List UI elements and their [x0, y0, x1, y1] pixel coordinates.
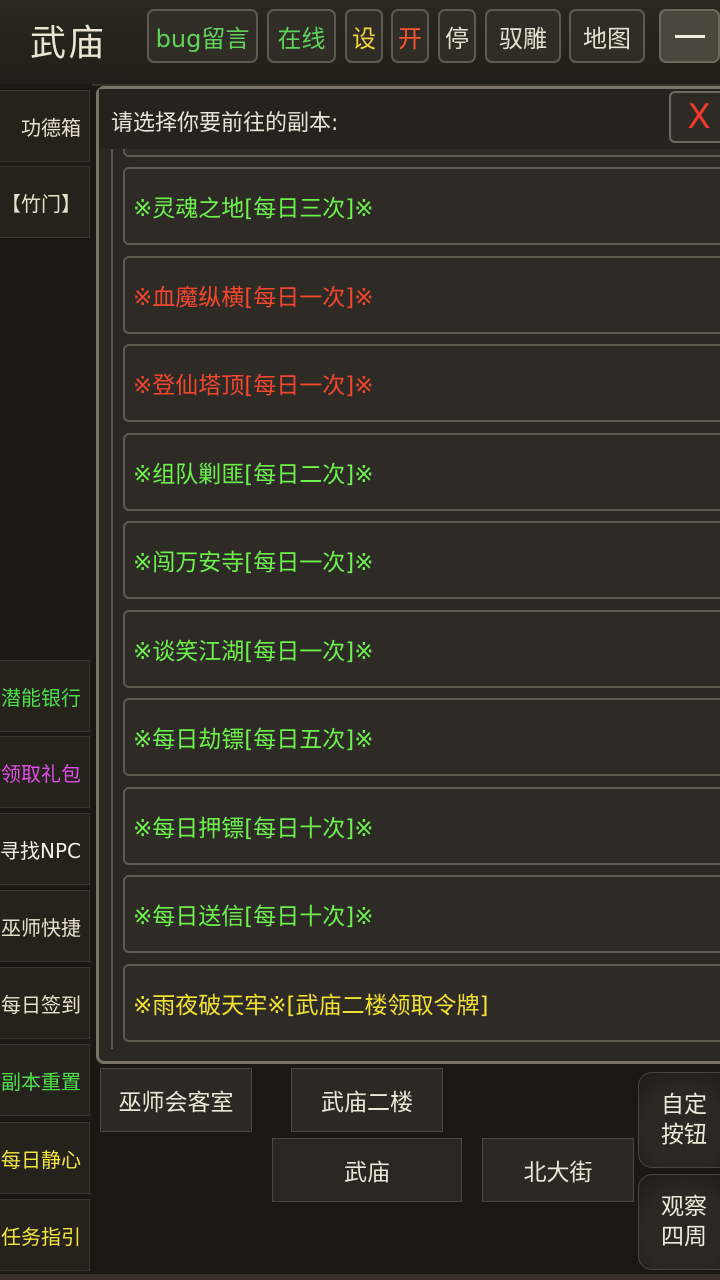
- custom-button-line-2: 按钮: [661, 1122, 707, 1148]
- custom-button[interactable]: 自定 按钮: [638, 1072, 720, 1168]
- dialog-header: 请选择你要前往的副本: X: [99, 89, 720, 149]
- location-title: 武庙: [30, 23, 107, 64]
- exit-temple-second-floor[interactable]: 武庙二楼: [291, 1068, 443, 1132]
- sidebar-item-quest-guide[interactable]: 任务指引: [0, 1199, 90, 1271]
- online-button[interactable]: 在线: [267, 9, 336, 63]
- dungeon-item-laughing-jianghu[interactable]: ※谈笑江湖[每日一次]※: [123, 610, 720, 688]
- look-around-button-line-2: 四周: [661, 1224, 707, 1250]
- custom-button-label: 自定 按钮: [661, 1090, 707, 1150]
- close-button[interactable]: X: [669, 91, 720, 143]
- dialog-prompt: 请选择你要前往的副本:: [111, 111, 339, 136]
- dungeon-item-team-bandits[interactable]: ※组队剿匪[每日二次]※: [123, 433, 720, 511]
- settings-button[interactable]: 设: [345, 9, 383, 63]
- current-room-martial-temple[interactable]: 武庙: [272, 1138, 462, 1202]
- bug-report-button[interactable]: bug留言: [147, 9, 258, 63]
- dungeon-item-daily-escort[interactable]: ※每日押镖[每日十次]※: [123, 787, 720, 865]
- sidebar-item-dungeon-reset[interactable]: 副本重置: [0, 1044, 90, 1116]
- dungeon-item-soul-land[interactable]: ※灵魂之地[每日三次]※: [123, 167, 720, 245]
- sidebar-item-potential-bank[interactable]: 潜能银行: [0, 660, 90, 732]
- start-button[interactable]: 开: [391, 9, 429, 63]
- look-around-button[interactable]: 观察 四周: [638, 1174, 720, 1270]
- close-icon: X: [687, 97, 711, 137]
- dungeon-item-daily-letter[interactable]: ※每日送信[每日十次]※: [123, 875, 720, 953]
- look-around-button-label: 观察 四周: [661, 1192, 707, 1252]
- custom-button-line-1: 自定: [661, 1092, 707, 1118]
- exit-wizard-reception[interactable]: 巫师会客室: [100, 1068, 252, 1132]
- sidebar-item-merit-box[interactable]: 功德箱: [0, 90, 90, 162]
- vulture-ride-button[interactable]: 驭雕: [485, 9, 561, 63]
- dungeon-list[interactable]: ※灵魂之地[每日三次]※ ※血魔纵横[每日一次]※ ※登仙塔顶[每日一次]※ ※…: [111, 149, 720, 1049]
- top-bar: 武庙 bug留言 在线 设 开 停 驭雕 地图: [0, 0, 720, 86]
- sidebar-item-daily-signin[interactable]: 每日签到: [0, 967, 90, 1039]
- map-button[interactable]: 地图: [569, 9, 645, 63]
- sidebar-item-daily-meditation[interactable]: 每日静心: [0, 1122, 90, 1194]
- stop-button[interactable]: 停: [438, 9, 476, 63]
- dungeon-item-wanan-temple[interactable]: ※闯万安寺[每日一次]※: [123, 521, 720, 599]
- dungeon-item-blood-demon[interactable]: ※血魔纵横[每日一次]※: [123, 256, 720, 334]
- bottom-strip: [0, 1274, 720, 1280]
- dungeon-item-hidden-top: [123, 149, 720, 157]
- exit-north-street[interactable]: 北大街: [482, 1138, 634, 1202]
- dungeon-item-immortal-tower[interactable]: ※登仙塔顶[每日一次]※: [123, 344, 720, 422]
- look-around-button-line-1: 观察: [661, 1194, 707, 1220]
- dungeon-item-rainy-night-prison[interactable]: ※雨夜破天牢※[武庙二楼领取令牌]: [123, 964, 720, 1042]
- dungeon-item-daily-rob-escort[interactable]: ※每日劫镖[每日五次]※: [123, 698, 720, 776]
- left-sidebar: 功德箱 【竹门】 潜能银行 领取礼包 寻找NPC 巫师快捷 每日签到 副本重置 …: [0, 84, 92, 1280]
- minimize-icon: [674, 34, 705, 38]
- dungeon-select-dialog: 请选择你要前往的副本: X ※灵魂之地[每日三次]※ ※血魔纵横[每日一次]※ …: [96, 86, 720, 1064]
- sidebar-item-bamboo-gate[interactable]: 【竹门】: [0, 166, 90, 238]
- sidebar-item-find-npc[interactable]: 寻找NPC: [0, 813, 90, 885]
- minimize-button[interactable]: [659, 9, 720, 63]
- sidebar-item-claim-gift[interactable]: 领取礼包: [0, 736, 90, 808]
- sidebar-item-wizard-shortcut[interactable]: 巫师快捷: [0, 890, 90, 962]
